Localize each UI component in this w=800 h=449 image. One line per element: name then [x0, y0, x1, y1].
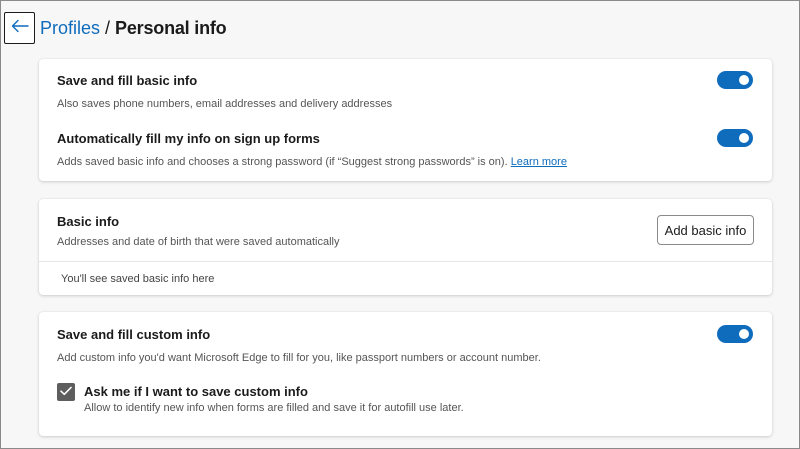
autofill-settings-card: Save and fill basic info Also saves phon… [39, 59, 772, 181]
custom-info-title: Save and fill custom info [57, 327, 211, 342]
ask-save-custom-info-checkbox[interactable] [57, 383, 75, 401]
custom-info-card: Save and fill custom info Add custom inf… [39, 312, 772, 436]
learn-more-link[interactable]: Learn more [511, 156, 567, 168]
breadcrumb: Profiles / Personal info [40, 17, 227, 39]
page-title: Personal info [115, 17, 227, 38]
arrow-left-icon [11, 19, 29, 38]
auto-fill-signup-description-text: Adds saved basic info and chooses a stro… [57, 156, 508, 168]
basic-info-card: Basic info Addresses and date of birth t… [39, 199, 772, 295]
save-basic-info-toggle[interactable] [717, 71, 753, 89]
checkmark-icon [60, 383, 72, 401]
toggle-knob [739, 329, 749, 339]
save-basic-info-title: Save and fill basic info [57, 73, 198, 88]
breadcrumb-separator: / [105, 17, 111, 38]
add-basic-info-button[interactable]: Add basic info [657, 215, 754, 245]
breadcrumb-profiles-link[interactable]: Profiles [40, 18, 100, 39]
back-button[interactable] [4, 12, 35, 44]
basic-info-title: Basic info [57, 214, 120, 229]
toggle-knob [739, 75, 749, 85]
basic-info-empty-message: You'll see saved basic info here [61, 273, 215, 285]
ask-save-custom-info-label[interactable]: Ask me if I want to save custom info [84, 384, 308, 399]
custom-info-toggle[interactable] [717, 325, 753, 343]
save-basic-info-description: Also saves phone numbers, email addresse… [57, 98, 393, 110]
ask-save-custom-info-description: Allow to identify new info when forms ar… [84, 402, 464, 414]
toggle-knob [739, 133, 749, 143]
divider [39, 261, 772, 262]
auto-fill-signup-toggle[interactable] [717, 129, 753, 147]
auto-fill-signup-description: Adds saved basic info and chooses a stro… [57, 156, 567, 168]
custom-info-description: Add custom info you'd want Microsoft Edg… [57, 352, 541, 364]
auto-fill-signup-title: Automatically fill my info on sign up fo… [57, 131, 320, 146]
basic-info-description: Addresses and date of birth that were sa… [57, 236, 340, 248]
page-header: Profiles / Personal info [4, 10, 227, 46]
